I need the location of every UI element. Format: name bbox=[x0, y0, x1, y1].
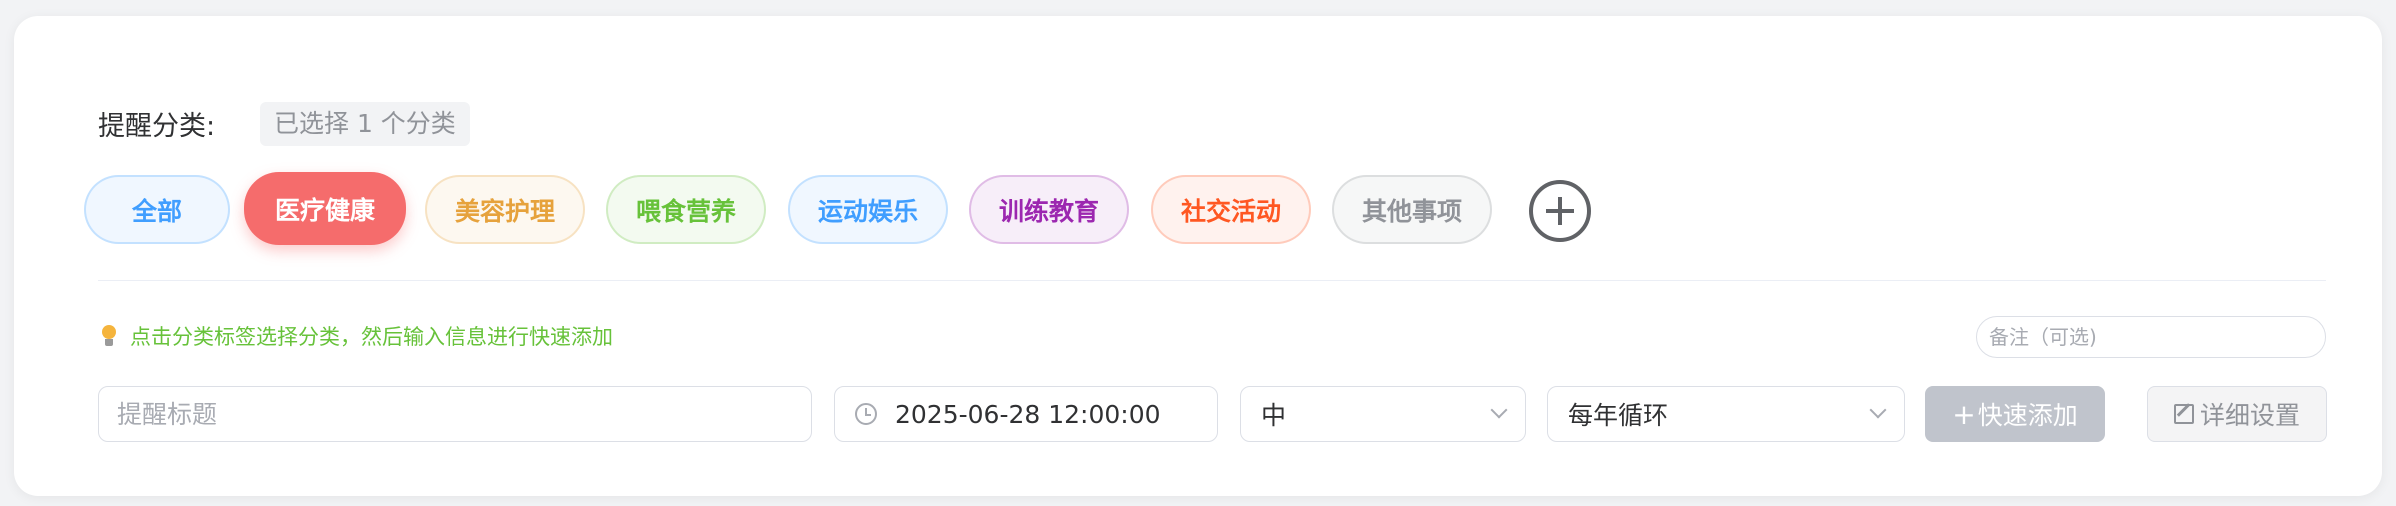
repeat-select[interactable]: 每年循环 bbox=[1547, 386, 1905, 442]
category-chip-social[interactable]: 社交活动 bbox=[1151, 175, 1311, 244]
hint-text-label: 点击分类标签选择分类，然后输入信息进行快速添加 bbox=[130, 325, 613, 349]
clock-icon bbox=[855, 403, 877, 425]
priority-select[interactable]: 中 bbox=[1240, 386, 1526, 442]
category-chip-medical[interactable]: 医疗健康 bbox=[244, 172, 406, 245]
category-chip-training[interactable]: 训练教育 bbox=[969, 175, 1129, 244]
chevron-down-icon bbox=[1869, 401, 1887, 419]
category-chip-other[interactable]: 其他事项 bbox=[1332, 175, 1492, 244]
chevron-down-icon bbox=[1490, 401, 1508, 419]
quick-add-label: 快速添加 bbox=[1977, 401, 2078, 430]
quick-add-reminder-card: 提醒分类: 已选择 1 个分类 全部 医疗健康 美容护理 喂食营养 运动娱乐 训… bbox=[14, 16, 2382, 496]
quick-add-button[interactable]: + 快速添加 bbox=[1925, 386, 2105, 442]
note-input[interactable] bbox=[1976, 316, 2326, 358]
lightbulb-icon bbox=[100, 325, 118, 349]
detail-settings-label: 详细设置 bbox=[2199, 401, 2300, 430]
category-chip-label: 美容护理 bbox=[454, 196, 555, 226]
datetime-value: 2025-06-28 12:00:00 bbox=[895, 399, 1161, 429]
category-chip-feeding[interactable]: 喂食营养 bbox=[606, 175, 766, 244]
selected-count-badge: 已选择 1 个分类 bbox=[260, 102, 470, 146]
detail-settings-button[interactable]: 详细设置 bbox=[2147, 386, 2327, 442]
category-chip-all[interactable]: 全部 bbox=[84, 175, 230, 244]
category-chip-label: 运动娱乐 bbox=[817, 196, 918, 226]
priority-value: 中 bbox=[1261, 401, 1287, 430]
category-chip-label: 全部 bbox=[131, 196, 182, 226]
repeat-value: 每年循环 bbox=[1568, 401, 1669, 430]
category-chip-label: 训练教育 bbox=[998, 196, 1099, 226]
category-section-label: 提醒分类: bbox=[98, 111, 216, 142]
hint-text: 点击分类标签选择分类，然后输入信息进行快速添加 bbox=[100, 322, 613, 352]
category-chip-beauty[interactable]: 美容护理 bbox=[425, 175, 585, 244]
category-chip-label: 喂食营养 bbox=[635, 196, 736, 226]
category-chip-label: 社交活动 bbox=[1180, 196, 1281, 226]
datetime-picker[interactable]: 2025-06-28 12:00:00 bbox=[834, 386, 1218, 442]
divider bbox=[98, 280, 2326, 281]
plus-icon: + bbox=[1952, 397, 1976, 431]
plus-circle-icon[interactable] bbox=[1529, 180, 1591, 242]
edit-icon bbox=[2173, 404, 2194, 424]
category-chip-sports[interactable]: 运动娱乐 bbox=[788, 175, 948, 244]
category-chip-label: 其他事项 bbox=[1361, 196, 1462, 226]
reminder-title-input[interactable] bbox=[98, 386, 812, 442]
category-chip-label: 医疗健康 bbox=[274, 195, 375, 225]
